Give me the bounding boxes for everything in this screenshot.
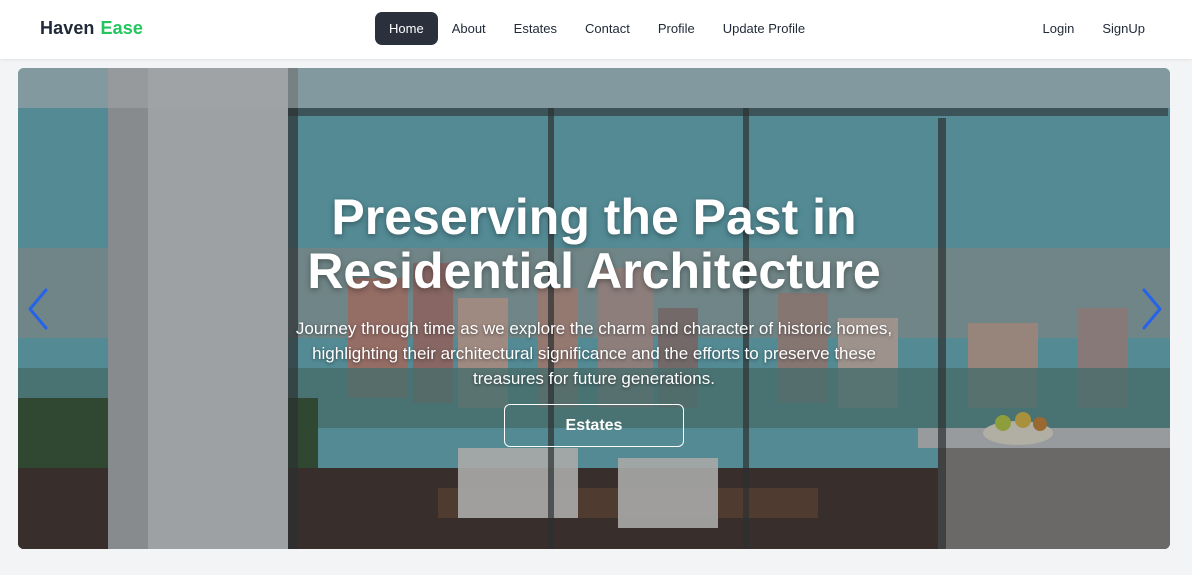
hero-description: Journey through time as we explore the c… — [295, 319, 893, 388]
navbar: Haven Ease Home About Estates Contact Pro… — [0, 0, 1192, 59]
hero-title-line2: Residential Architecture — [307, 243, 881, 299]
nav-about[interactable]: About — [438, 12, 500, 45]
brand-accent: Ease — [100, 18, 143, 38]
estates-button[interactable]: Estates — [504, 404, 684, 447]
nav-profile[interactable]: Profile — [644, 12, 709, 45]
brand-logo[interactable]: Haven Ease — [40, 18, 143, 39]
signup-link[interactable]: SignUp — [1088, 12, 1159, 45]
brand-name: Haven — [40, 18, 95, 38]
nav-update-profile[interactable]: Update Profile — [709, 12, 819, 45]
nav-contact[interactable]: Contact — [571, 12, 644, 45]
login-link[interactable]: Login — [1029, 12, 1089, 45]
hero-content: Preserving the Past in Residential Archi… — [18, 68, 1170, 549]
main-nav: Home About Estates Contact Profile Updat… — [375, 12, 819, 45]
chevron-right-icon[interactable] — [1138, 286, 1166, 332]
hero-title-line1: Preserving the Past in — [331, 189, 857, 245]
nav-home[interactable]: Home — [375, 12, 438, 45]
nav-estates[interactable]: Estates — [500, 12, 571, 45]
auth-nav: Login SignUp — [1029, 12, 1159, 45]
hero-carousel: Preserving the Past in Residential Archi… — [18, 68, 1170, 549]
chevron-left-icon[interactable] — [24, 286, 52, 332]
hero-title: Preserving the Past in Residential Archi… — [18, 190, 1170, 298]
